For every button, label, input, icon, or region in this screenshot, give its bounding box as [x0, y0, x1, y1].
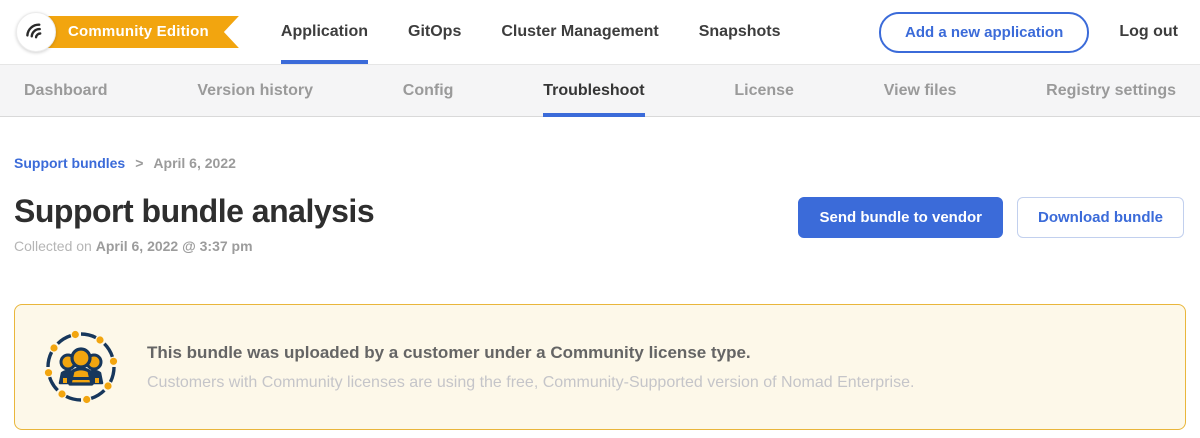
- app-subnav: Dashboard Version history Config Trouble…: [0, 64, 1200, 117]
- subnav-item-config[interactable]: Config: [403, 65, 454, 117]
- nav-item-cluster-management[interactable]: Cluster Management: [501, 0, 658, 64]
- subnav-item-view-files[interactable]: View files: [884, 65, 957, 117]
- logout-link[interactable]: Log out: [1119, 23, 1178, 41]
- notice-body: Customers with Community licenses are us…: [147, 374, 914, 392]
- collected-date: April 6, 2022 @ 3:37 pm: [96, 238, 253, 254]
- download-bundle-button[interactable]: Download bundle: [1017, 197, 1184, 238]
- subnav-item-license[interactable]: License: [734, 65, 794, 117]
- notice-text-block: This bundle was uploaded by a customer u…: [147, 343, 914, 392]
- top-nav: Application GitOps Cluster Management Sn…: [261, 0, 801, 64]
- nav-item-gitops[interactable]: GitOps: [408, 0, 461, 64]
- collected-on-text: Collected on April 6, 2022 @ 3:37 pm: [14, 238, 374, 254]
- community-users-icon: [39, 325, 123, 409]
- replicated-logo-icon[interactable]: [16, 12, 56, 52]
- page-title-block: Support bundle analysis Collected on Apr…: [14, 193, 374, 254]
- collected-prefix: Collected on: [14, 238, 96, 254]
- bundle-actions: Send bundle to vendor Download bundle: [798, 197, 1186, 238]
- main-content: Support bundles > April 6, 2022 Support …: [0, 155, 1200, 430]
- community-edition-badge: Community Edition: [34, 16, 239, 48]
- community-license-notice: This bundle was uploaded by a customer u…: [14, 304, 1186, 430]
- subnav-item-dashboard[interactable]: Dashboard: [24, 65, 108, 117]
- nav-item-snapshots[interactable]: Snapshots: [699, 0, 781, 64]
- breadcrumb: Support bundles > April 6, 2022: [14, 155, 1186, 171]
- breadcrumb-separator: >: [135, 155, 143, 171]
- breadcrumb-current-bundle: April 6, 2022: [153, 155, 236, 171]
- topbar-right: Add a new application Log out: [879, 12, 1200, 53]
- brand: Community Edition: [16, 12, 239, 52]
- page-title: Support bundle analysis: [14, 193, 374, 230]
- breadcrumb-support-bundles-link[interactable]: Support bundles: [14, 155, 125, 171]
- notice-title: This bundle was uploaded by a customer u…: [147, 343, 914, 363]
- nav-item-application[interactable]: Application: [281, 0, 368, 64]
- subnav-item-troubleshoot[interactable]: Troubleshoot: [543, 65, 644, 117]
- top-navbar: Community Edition Application GitOps Clu…: [0, 0, 1200, 64]
- subnav-item-version-history[interactable]: Version history: [197, 65, 313, 117]
- subnav-item-registry-settings[interactable]: Registry settings: [1046, 65, 1176, 117]
- replicated-logo-glyph: [24, 20, 48, 44]
- add-new-application-button[interactable]: Add a new application: [879, 12, 1089, 53]
- send-bundle-to-vendor-button[interactable]: Send bundle to vendor: [798, 197, 1003, 238]
- page-header: Support bundle analysis Collected on Apr…: [14, 193, 1186, 254]
